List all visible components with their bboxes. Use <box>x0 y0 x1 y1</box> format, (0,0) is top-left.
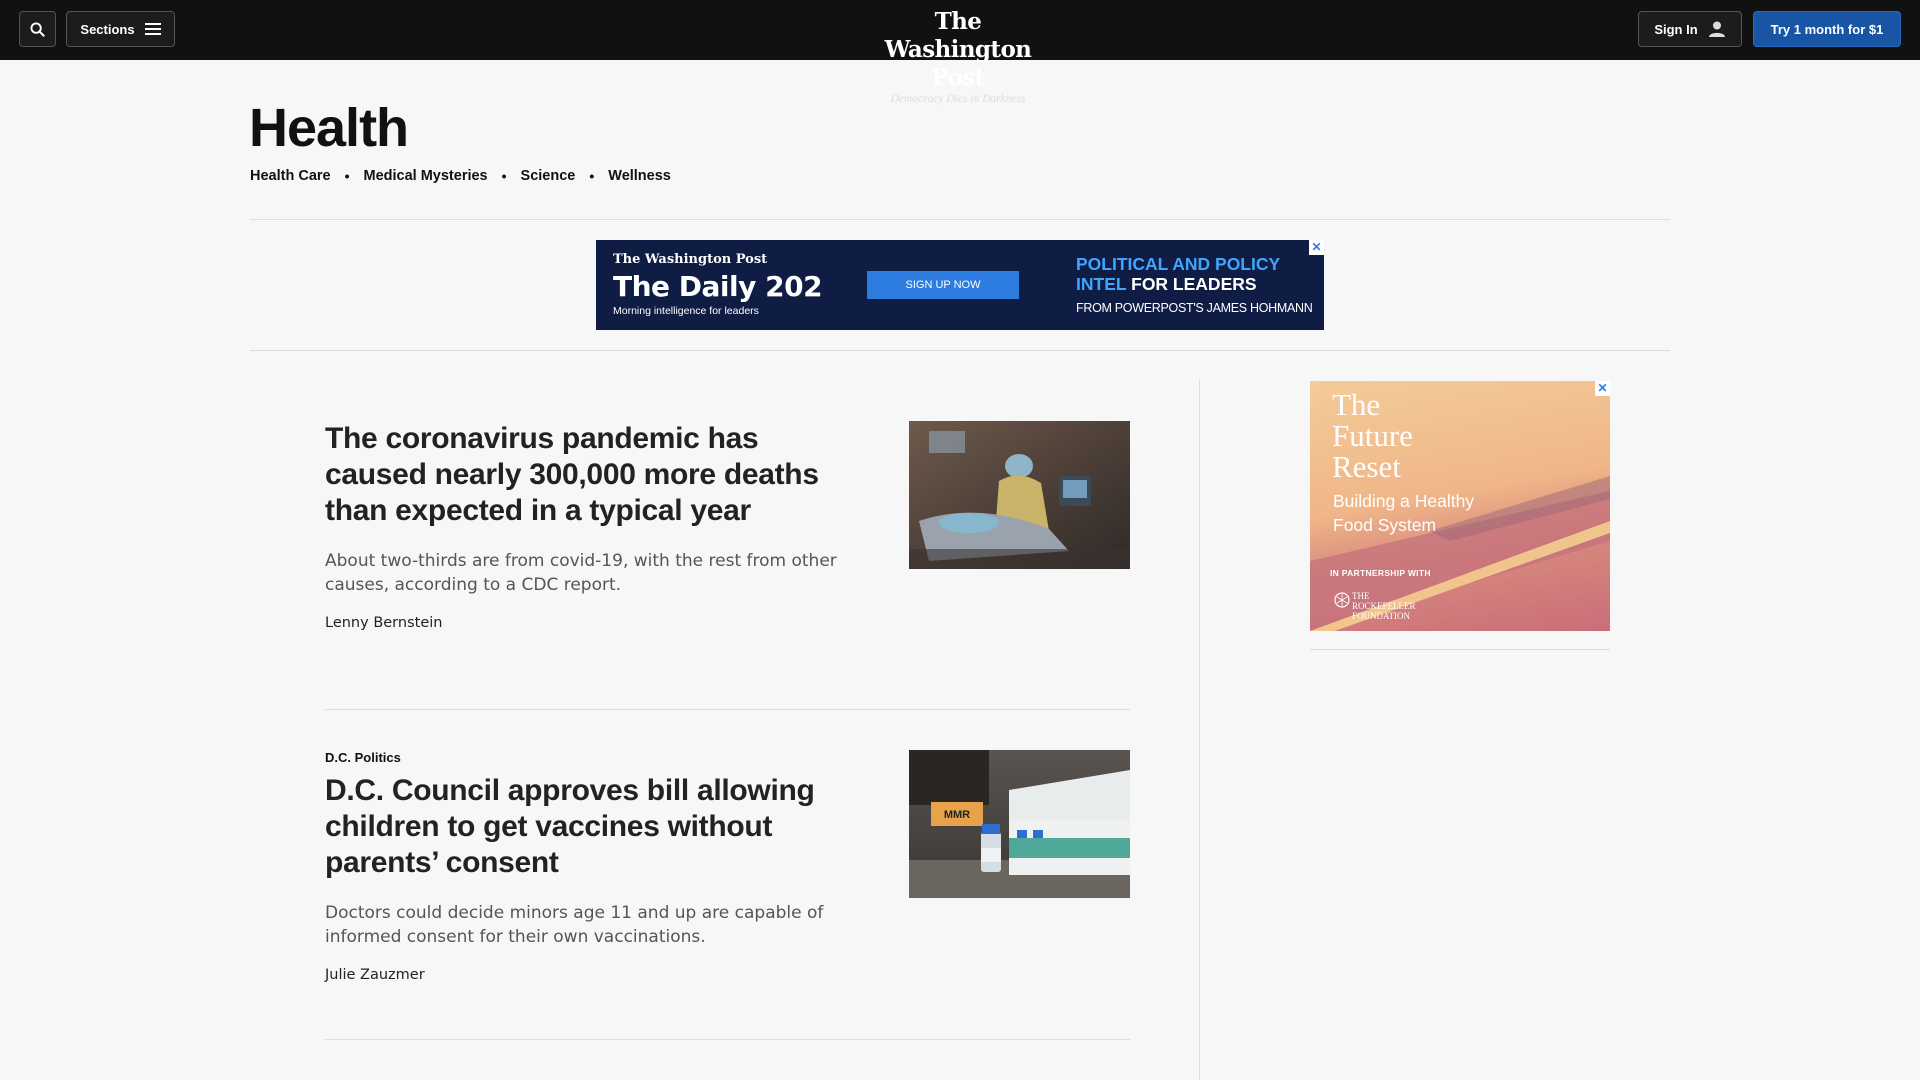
sidebar-ad-org-line: THE <box>1352 591 1370 601</box>
subnav-item-wellness[interactable]: Wellness <box>608 168 671 184</box>
sidebar-ad-title: The Future Reset <box>1332 389 1413 482</box>
subnav-separator: • <box>501 168 507 184</box>
banner-ad[interactable]: The Washington Post The Daily 202 Mornin… <box>596 240 1324 330</box>
sidebar-ad-partnership: IN PARTNERSHIP WITH <box>1330 568 1431 578</box>
vaccine-photo-icon: MMR <box>909 750 1130 898</box>
story-headline[interactable]: D.C. Council approves bill allowing chil… <box>325 773 845 881</box>
icu-photo-icon <box>909 421 1130 569</box>
banner-ad-brand: The Washington Post <box>613 252 768 267</box>
story-divider <box>325 1039 1130 1040</box>
story-card: D.C. Politics D.C. Council approves bill… <box>325 750 1130 983</box>
story-thumbnail-vaccine[interactable]: MMR <box>909 750 1130 898</box>
subscribe-button[interactable]: Try 1 month for $1 <box>1753 11 1901 47</box>
story-thumbnail-icu[interactable] <box>909 421 1130 569</box>
banner-ad-headline-accent: POLITICAL AND POLICY <box>1076 254 1281 274</box>
sidebar-ad-organization: THE ROCKEFELLER FOUNDATION <box>1352 591 1416 621</box>
banner-ad-title: The Daily 202 <box>613 270 823 303</box>
story-blurb: Doctors could decide minors age 11 and u… <box>325 903 824 947</box>
ad-close-icon[interactable]: ✕ <box>1309 240 1324 255</box>
subnav-separator: • <box>589 168 595 184</box>
logo-tagline: Democracy Dies in Darkness <box>890 93 1026 105</box>
site-logo[interactable]: The Washington Post Democracy Dies in Da… <box>860 8 1056 106</box>
banner-ad-subtitle: Morning intelligence for leaders <box>613 305 759 317</box>
sections-label: Sections <box>80 21 135 37</box>
section-subnav: Health Care • Medical Mysteries • Scienc… <box>250 168 671 184</box>
sidebar-ad-org-line: FOUNDATION <box>1352 611 1410 621</box>
header-divider <box>250 219 1670 220</box>
story-headline[interactable]: The coronavirus pandemic has caused near… <box>325 421 845 529</box>
column-divider <box>1199 380 1200 1080</box>
sidebar-ad-subtitle-line: Building a Healthy <box>1333 491 1475 511</box>
banner-ad-signup-button[interactable]: SIGN UP NOW <box>867 271 1019 299</box>
subnav-item-science[interactable]: Science <box>521 168 576 184</box>
sidebar-ad-title-line: Reset <box>1332 449 1401 484</box>
banner-ad-headline-accent-2: INTEL <box>1076 274 1127 294</box>
banner-ad-headline-rest: FOR LEADERS <box>1131 274 1257 294</box>
page-title: Health <box>249 98 409 158</box>
subnav-item-medical-mysteries[interactable]: Medical Mysteries <box>364 168 488 184</box>
story-divider <box>325 709 1130 710</box>
sidebar-ad-subtitle: Building a Healthy Food System <box>1333 489 1474 537</box>
ad-close-icon[interactable]: ✕ <box>1595 381 1610 396</box>
sidebar-divider <box>1310 649 1610 650</box>
rockefeller-logo-icon <box>1334 592 1350 608</box>
svg-text:MMR: MMR <box>944 809 970 821</box>
sign-in-button[interactable]: Sign In <box>1638 11 1742 47</box>
banner-ad-headline: POLITICAL AND POLICY INTEL FOR LEADERS <box>1076 254 1280 294</box>
search-icon <box>30 21 45 37</box>
sidebar-ad-title-line: The <box>1332 387 1381 422</box>
subnav-separator: • <box>344 168 350 184</box>
subnav-item-health-care[interactable]: Health Care <box>250 168 331 184</box>
story-card: The coronavirus pandemic has caused near… <box>325 421 1130 631</box>
sidebar-ad-subtitle-line: Food System <box>1333 515 1437 535</box>
sidebar-ad-org-line: ROCKEFELLER <box>1352 601 1416 611</box>
sidebar-ad-title-line: Future <box>1332 418 1413 453</box>
user-icon <box>1708 21 1725 37</box>
hamburger-icon <box>144 23 161 35</box>
sign-in-label: Sign In <box>1654 21 1698 37</box>
top-navigation-bar: Sections The Washington Post Democracy D… <box>0 0 1920 105</box>
sidebar-ad[interactable]: The Future Reset Building a Healthy Food… <box>1310 381 1610 631</box>
search-button[interactable] <box>19 11 56 47</box>
banner-ad-byline: FROM POWERPOST'S JAMES HOHMANN <box>1076 301 1313 315</box>
sections-menu-button[interactable]: Sections <box>66 11 175 47</box>
logo-wordmark: The Washington Post <box>884 8 1032 91</box>
banner-divider <box>250 350 1670 351</box>
story-byline[interactable]: Julie Zauzmer <box>325 967 1130 983</box>
story-blurb: About two-thirds are from covid-19, with… <box>325 551 837 595</box>
story-byline[interactable]: Lenny Bernstein <box>325 615 1130 631</box>
